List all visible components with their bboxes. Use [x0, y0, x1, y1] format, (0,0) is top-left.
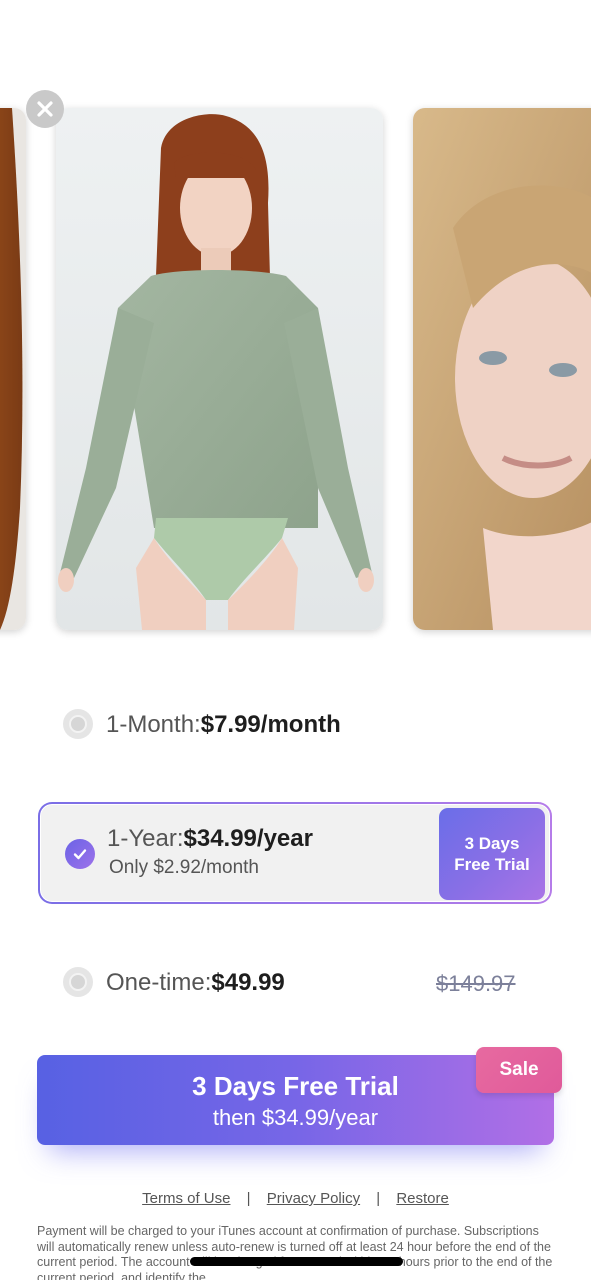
cta-subtitle: then $34.99/year — [212, 1105, 379, 1130]
radio-unselected-icon[interactable] — [63, 967, 93, 997]
legal-disclaimer: Payment will be charged to your iTunes a… — [37, 1224, 553, 1280]
carousel-photo-right[interactable] — [413, 108, 591, 630]
free-trial-badge: 3 Days Free Trial — [439, 808, 545, 900]
original-price: $149.97 — [436, 971, 516, 996]
photo-carousel[interactable] — [0, 0, 591, 640]
privacy-link[interactable]: Privacy Policy — [267, 1190, 360, 1207]
close-icon — [37, 101, 53, 117]
sale-badge: Sale — [476, 1047, 562, 1093]
carousel-photo-left[interactable] — [0, 108, 26, 630]
terms-link[interactable]: Terms of Use — [142, 1190, 230, 1207]
plan-year-monthly-equivalent: Only $2.92/month — [109, 857, 259, 878]
link-separator: | — [376, 1190, 381, 1207]
plan-year-label: 1-Year:$34.99/year — [107, 825, 313, 852]
radio-unselected-icon[interactable] — [63, 709, 93, 739]
link-separator: | — [246, 1190, 251, 1207]
carousel-photo-main[interactable] — [56, 108, 383, 630]
plan-option-year[interactable]: 1-Year:$34.99/year Only $2.92/month 3 Da… — [38, 802, 552, 904]
paywall-screen: 1-Month:$7.99/month 1-Year:$34.99/year O… — [0, 0, 591, 1280]
radio-selected-icon[interactable] — [65, 839, 95, 869]
checkmark-icon — [73, 849, 87, 860]
restore-link[interactable]: Restore — [396, 1190, 449, 1207]
plan-option-month[interactable]: 1-Month:$7.99/month — [38, 700, 552, 750]
close-button[interactable] — [26, 90, 64, 128]
plan-one-time-label: One-time:$49.99 — [106, 969, 285, 996]
plan-month-label: 1-Month:$7.99/month — [106, 711, 341, 738]
footer-links: Terms of Use | Privacy Policy | Restore — [0, 1190, 591, 1207]
plan-option-one-time[interactable]: One-time:$49.99 $149.97 — [38, 955, 552, 1010]
home-indicator — [190, 1257, 403, 1266]
